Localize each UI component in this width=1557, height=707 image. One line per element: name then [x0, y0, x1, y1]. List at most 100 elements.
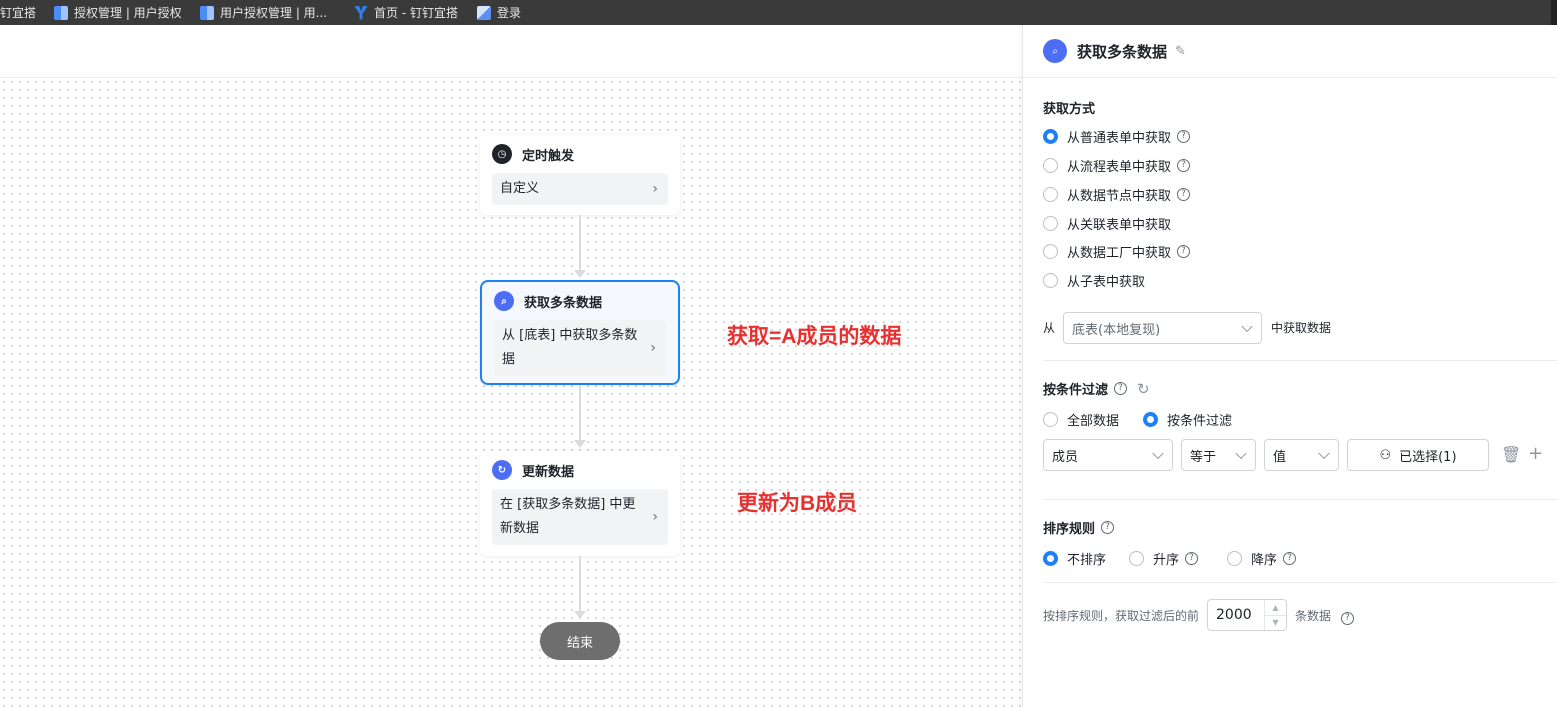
node-title: 获取多条数据 [524, 295, 603, 311]
node-summary[interactable]: 从 [底表] 中获取多条数据 › [494, 320, 666, 376]
panel-title: 获取多条数据 [1077, 42, 1168, 61]
node-header: ◷ 定时触发 [492, 135, 668, 173]
clock-icon: ◷ [492, 144, 512, 164]
bookmark-login[interactable]: 登录 [477, 0, 521, 25]
bookmark-auth-manage[interactable]: 授权管理 | 用户授权 [54, 0, 182, 25]
node-title: 更新数据 [522, 464, 575, 480]
stepper-arrows: ▲ ▼ [1264, 600, 1286, 630]
bookmark-dingyida[interactable]: 钉宜搭 [0, 0, 36, 25]
node-summary[interactable]: 在 [获取多条数据] 中更新数据 › [492, 489, 668, 545]
radio-icon[interactable] [1227, 551, 1242, 566]
select-value: 底表(本地复现) [1072, 322, 1161, 338]
fetch-method-label: 获取方式 [1043, 98, 1095, 117]
radio-descending[interactable]: 降序 ? [1227, 549, 1297, 568]
help-icon[interactable]: ? [1185, 552, 1199, 565]
bookmark-label: 钉宜搭 [0, 6, 37, 20]
bookmark-home[interactable]: 首页 - 钉钉宜搭 [354, 0, 458, 25]
bookmarks-bar: 钉宜搭 授权管理 | 用户授权 用户授权管理 | 用... 首页 - 钉钉宜搭 … [0, 0, 1557, 25]
help-icon[interactable]: ? [1101, 521, 1115, 534]
chevron-right-icon: › [652, 181, 658, 197]
radio-regular-form[interactable]: 从普通表单中获取 ? [1043, 127, 1191, 146]
canvas-toolbar [0, 25, 1022, 78]
node-summary-text: 从 [底表] 中获取多条数据 [502, 328, 638, 367]
help-icon[interactable]: ? [1177, 159, 1191, 172]
limit-prefix: 按排序规则，获取过滤后的前 [1043, 609, 1200, 623]
search-data-icon: ⌕ [1043, 39, 1067, 63]
node-fetch-multiple[interactable]: ⌕ 获取多条数据 从 [底表] 中获取多条数据 › [480, 280, 680, 385]
radio-icon[interactable] [1143, 412, 1158, 427]
radio-icon[interactable] [1043, 412, 1058, 427]
help-icon[interactable]: ? [1177, 130, 1191, 143]
connector-line [579, 385, 581, 440]
stepper-value: 2000 [1216, 607, 1252, 623]
radio-icon[interactable] [1043, 551, 1058, 566]
limit-suffix: 条数据 ? [1295, 607, 1354, 625]
chevron-down-icon[interactable]: ▼ [1265, 616, 1286, 631]
chevron-down-icon [1152, 447, 1164, 460]
radio-all-data[interactable]: 全部数据 [1043, 410, 1119, 429]
refresh-icon[interactable]: ↻ [1137, 380, 1150, 398]
radio-linked-form[interactable]: 从关联表单中获取 [1043, 214, 1171, 233]
help-icon[interactable]: ? [1177, 245, 1191, 258]
radio-data-node[interactable]: 从数据节点中获取 ? [1043, 185, 1191, 204]
radio-icon[interactable] [1043, 129, 1058, 144]
node-timer-trigger[interactable]: ◷ 定时触发 自定义 › [480, 135, 680, 215]
help-icon[interactable]: ? [1283, 552, 1297, 565]
node-summary-text: 在 [获取多条数据] 中更新数据 [500, 497, 636, 536]
end-node[interactable]: 结束 [540, 622, 620, 660]
limit-stepper[interactable]: 2000 ▲ ▼ [1207, 599, 1287, 631]
chevron-up-icon[interactable]: ▲ [1265, 600, 1286, 616]
filter-operator-select[interactable]: 等于 [1181, 439, 1256, 471]
node-summary[interactable]: 自定义 › [492, 173, 668, 205]
source-prefix: 从 [1043, 321, 1056, 335]
help-icon[interactable]: ? [1340, 612, 1354, 625]
radio-icon[interactable] [1043, 244, 1058, 259]
chevron-right-icon: › [650, 340, 656, 356]
panel-header: ⌕ 获取多条数据 ✎ [1023, 25, 1557, 78]
sort-label: 排序规则 ? [1043, 518, 1115, 537]
radio-no-sort[interactable]: 不排序 [1043, 549, 1106, 568]
radio-process-form[interactable]: 从流程表单中获取 ? [1043, 156, 1191, 175]
radio-filter-condition[interactable]: 按条件过滤 [1143, 410, 1232, 429]
bookmark-label: 授权管理 | 用户授权 [74, 6, 182, 20]
limit-suffix-text: 条数据 [1295, 609, 1332, 623]
filter-value-type-select[interactable]: 值 [1264, 439, 1339, 471]
radio-label: 全部数据 [1067, 414, 1120, 429]
radio-ascending[interactable]: 升序 ? [1129, 549, 1199, 568]
radio-icon[interactable] [1043, 216, 1058, 231]
radio-icon[interactable] [1043, 158, 1058, 173]
radio-subtable[interactable]: 从子表中获取 [1043, 271, 1145, 290]
app-icon [477, 5, 491, 20]
bookmark-user-auth[interactable]: 用户授权管理 | 用... [200, 0, 327, 25]
source-form-select[interactable]: 底表(本地复现) [1063, 312, 1262, 344]
divider [1043, 499, 1557, 500]
add-icon[interactable]: + [1528, 443, 1543, 464]
user-add-icon: ⚇ [1379, 447, 1392, 463]
radio-label: 从关联表单中获取 [1067, 218, 1172, 233]
node-title: 定时触发 [522, 148, 575, 164]
select-value: 值 [1273, 449, 1287, 465]
node-update-data[interactable]: ↻ 更新数据 在 [获取多条数据] 中更新数据 › [480, 451, 680, 556]
delete-icon[interactable]: 🗑 [1501, 445, 1521, 464]
select-member-button[interactable]: ⚇ 已选择(1) [1347, 439, 1489, 471]
help-icon[interactable]: ? [1114, 382, 1128, 395]
radio-label: 升序 [1153, 553, 1180, 568]
chevron-down-icon [1241, 320, 1253, 333]
radio-data-factory[interactable]: 从数据工厂中获取 ? [1043, 242, 1191, 261]
radio-icon[interactable] [1043, 273, 1058, 288]
refresh-data-icon: ↻ [492, 460, 512, 480]
connector-arrow [574, 611, 586, 619]
radio-icon[interactable] [1129, 551, 1144, 566]
filter-field-select[interactable]: 成员 [1043, 439, 1173, 471]
node-header: ↻ 更新数据 [492, 451, 668, 489]
help-icon[interactable]: ? [1177, 188, 1191, 201]
button-label: 已选择(1) [1399, 449, 1457, 465]
search-data-icon: ⌕ [494, 291, 514, 311]
annotation-update: 更新为B成员 [737, 492, 858, 515]
radio-icon[interactable] [1043, 187, 1058, 202]
select-value: 成员 [1052, 449, 1079, 465]
edit-icon[interactable]: ✎ [1175, 44, 1186, 59]
connector-line [579, 556, 581, 612]
bookmark-label: 登录 [497, 6, 522, 20]
chevron-down-icon [1318, 447, 1330, 460]
